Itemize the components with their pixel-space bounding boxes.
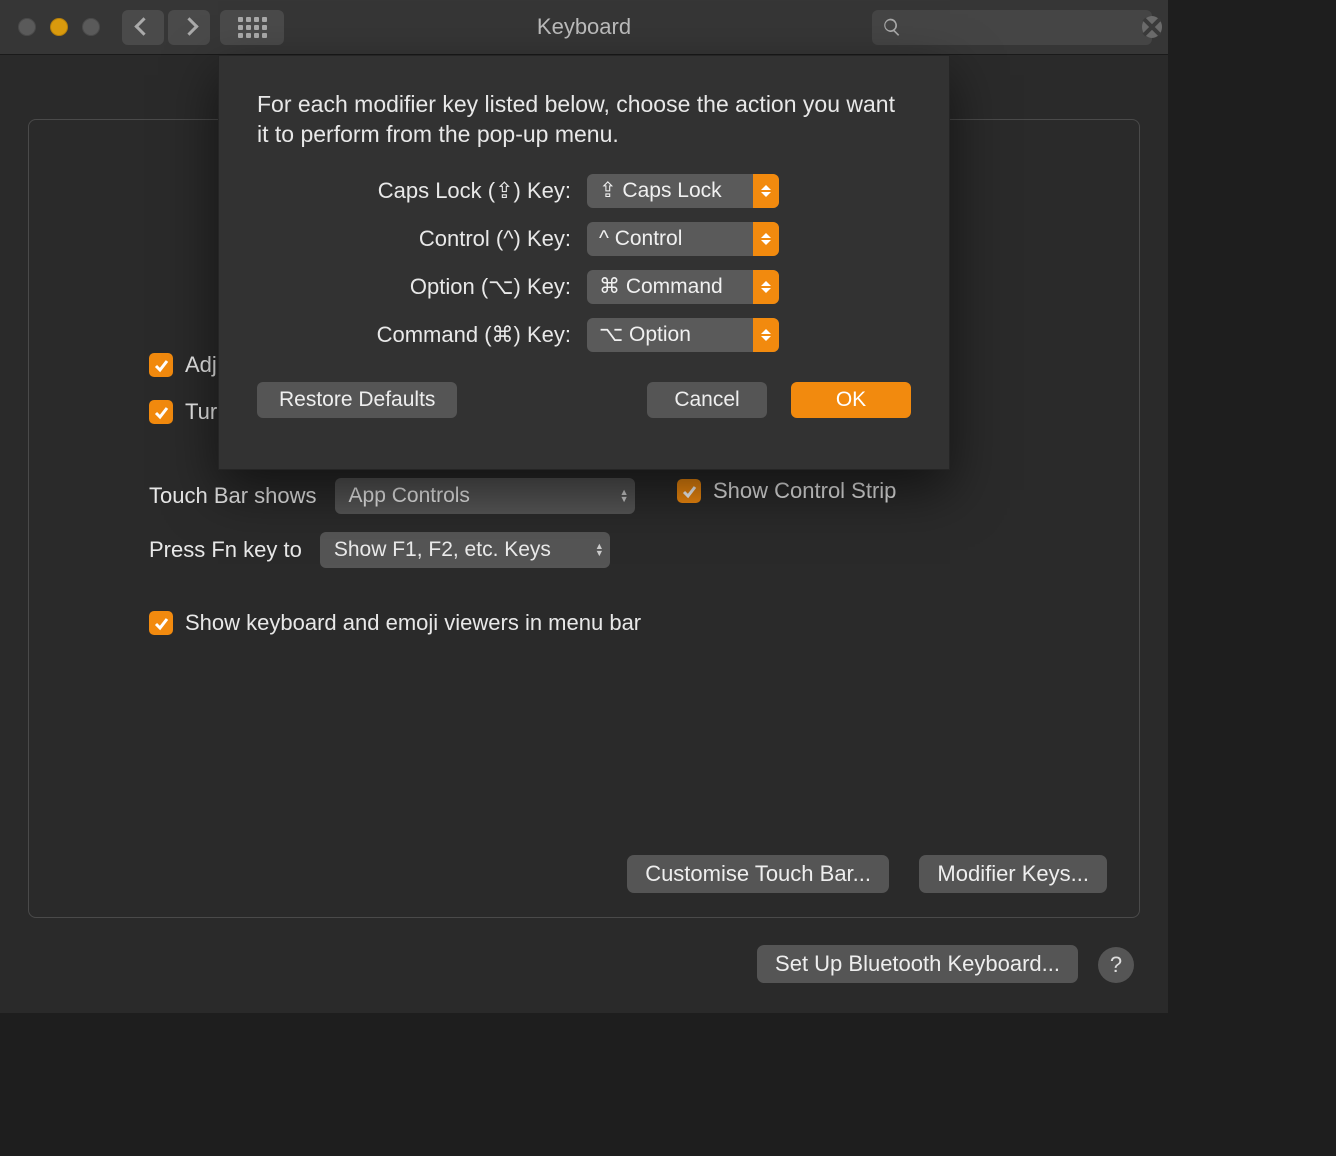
caps-lock-row: Caps Lock (⇪) Key: ⇪ Caps Lock xyxy=(257,174,911,208)
window-controls xyxy=(18,18,100,36)
close-icon xyxy=(1142,17,1162,37)
command-value: ⌥ Option xyxy=(599,322,691,347)
adjust-brightness-checkbox[interactable] xyxy=(149,353,173,377)
command-select[interactable]: ⌥ Option xyxy=(587,318,779,352)
search-icon xyxy=(882,17,902,37)
command-row: Command (⌘) Key: ⌥ Option xyxy=(257,318,911,352)
touch-bar-row: Touch Bar shows App Controls ▲▼ xyxy=(149,478,635,514)
nav-group xyxy=(122,10,210,45)
press-fn-row: Press Fn key to Show F1, F2, etc. Keys ▲… xyxy=(149,532,610,568)
chevron-right-icon xyxy=(183,16,196,39)
touch-bar-select[interactable]: App Controls ▲▼ xyxy=(335,478,635,514)
command-label: Command (⌘) Key: xyxy=(257,322,587,348)
select-stepper-icon: ▲▼ xyxy=(620,489,629,503)
chevron-left-icon xyxy=(137,16,150,39)
option-label: Option (⌥) Key: xyxy=(257,274,587,300)
press-fn-select[interactable]: Show F1, F2, etc. Keys ▲▼ xyxy=(320,532,610,568)
turn-off-checkbox[interactable] xyxy=(149,400,173,424)
adjust-brightness-label: Adj xyxy=(185,352,217,378)
forward-button[interactable] xyxy=(168,10,210,45)
show-control-strip-checkbox[interactable] xyxy=(677,479,701,503)
select-stepper-icon xyxy=(753,270,779,304)
modifier-keys-button[interactable]: Modifier Keys... xyxy=(919,855,1107,893)
option-value: ⌘ Command xyxy=(599,274,723,299)
window-title: Keyboard xyxy=(537,14,631,40)
show-keyboard-row: Show keyboard and emoji viewers in menu … xyxy=(149,610,641,636)
option-row: Option (⌥) Key: ⌘ Command xyxy=(257,270,911,304)
restore-defaults-button[interactable]: Restore Defaults xyxy=(257,382,457,418)
sheet-buttons: Restore Defaults Cancel OK xyxy=(257,382,911,418)
modifier-keys-sheet: For each modifier key listed below, choo… xyxy=(218,55,950,470)
select-stepper-icon xyxy=(753,318,779,352)
titlebar: Keyboard xyxy=(0,0,1168,55)
control-label: Control (^) Key: xyxy=(257,226,587,252)
select-stepper-icon xyxy=(753,222,779,256)
control-row: Control (^) Key: ^ Control xyxy=(257,222,911,256)
preferences-window: Keyboard Adj Tur Touch Bar shows App Con… xyxy=(0,0,1168,1013)
caps-lock-label: Caps Lock (⇪) Key: xyxy=(257,178,587,204)
control-select[interactable]: ^ Control xyxy=(587,222,779,256)
cancel-button[interactable]: Cancel xyxy=(647,382,767,418)
clear-search-button[interactable] xyxy=(1142,16,1162,38)
grid-icon xyxy=(238,17,267,38)
show-all-button[interactable] xyxy=(220,10,284,45)
show-keyboard-label: Show keyboard and emoji viewers in menu … xyxy=(185,610,641,636)
show-control-strip-label: Show Control Strip xyxy=(713,478,896,504)
caps-lock-select[interactable]: ⇪ Caps Lock xyxy=(587,174,779,208)
adjust-brightness-row: Adj xyxy=(149,352,217,378)
option-select[interactable]: ⌘ Command xyxy=(587,270,779,304)
select-stepper-icon xyxy=(753,174,779,208)
show-control-strip-row: Show Control Strip xyxy=(677,478,896,504)
help-button[interactable]: ? xyxy=(1098,947,1134,983)
maximize-window-button[interactable] xyxy=(82,18,100,36)
search-field[interactable] xyxy=(872,10,1152,45)
back-button[interactable] xyxy=(122,10,164,45)
control-value: ^ Control xyxy=(599,227,682,251)
close-window-button[interactable] xyxy=(18,18,36,36)
select-stepper-icon: ▲▼ xyxy=(595,543,604,557)
touch-bar-label: Touch Bar shows xyxy=(149,483,317,509)
customise-touch-bar-button[interactable]: Customise Touch Bar... xyxy=(627,855,889,893)
show-keyboard-checkbox[interactable] xyxy=(149,611,173,635)
turn-off-row: Tur xyxy=(149,399,217,425)
touch-bar-value: App Controls xyxy=(349,484,470,508)
press-fn-label: Press Fn key to xyxy=(149,537,302,563)
sheet-description: For each modifier key listed below, choo… xyxy=(257,90,911,150)
press-fn-value: Show F1, F2, etc. Keys xyxy=(334,538,551,562)
search-input[interactable] xyxy=(910,17,1142,38)
setup-bluetooth-keyboard-button[interactable]: Set Up Bluetooth Keyboard... xyxy=(757,945,1078,983)
ok-button[interactable]: OK xyxy=(791,382,911,418)
minimize-window-button[interactable] xyxy=(50,18,68,36)
turn-off-label: Tur xyxy=(185,399,217,425)
caps-lock-value: ⇪ Caps Lock xyxy=(599,178,722,203)
